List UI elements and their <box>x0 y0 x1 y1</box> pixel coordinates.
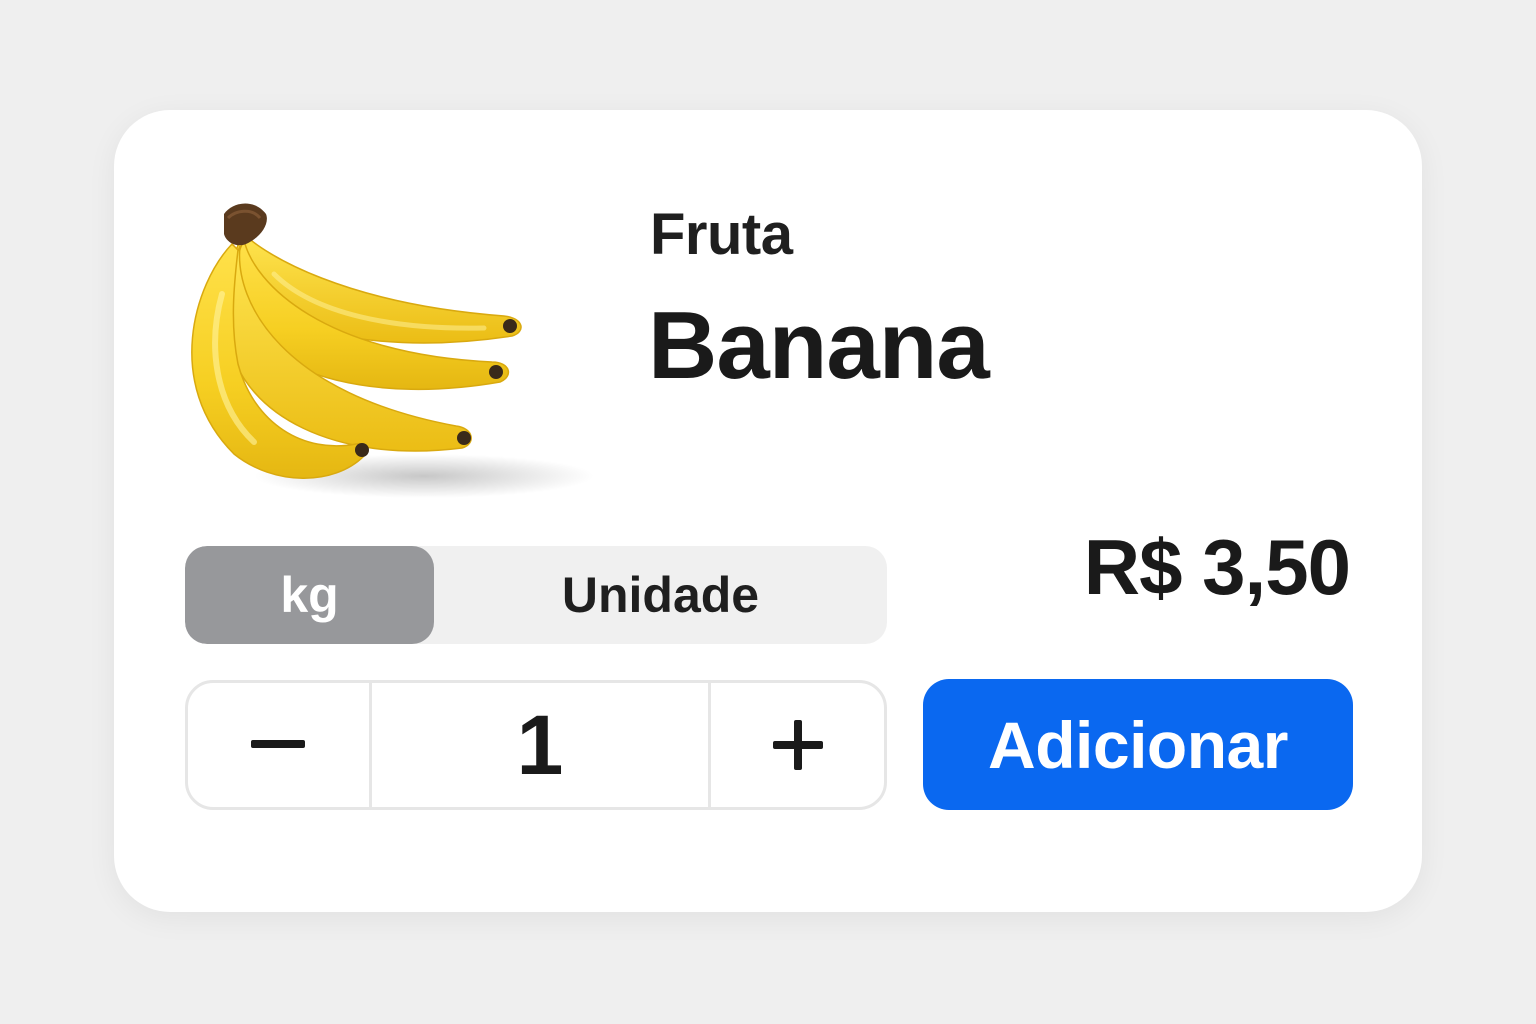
plus-icon <box>772 720 823 770</box>
unit-option-kg[interactable]: kg <box>185 546 434 644</box>
quantity-stepper: 1 <box>185 680 887 810</box>
unit-option-unidade[interactable]: Unidade <box>434 546 887 644</box>
quantity-value[interactable]: 1 <box>372 683 711 807</box>
banana-image <box>174 194 594 514</box>
unit-toggle: kg Unidade <box>185 546 887 644</box>
product-name: Banana <box>648 292 990 399</box>
minus-icon <box>250 740 305 748</box>
product-price: R$ 3,50 <box>1083 523 1351 611</box>
product-category: Fruta <box>650 202 793 267</box>
banana-bunch-icon <box>191 203 594 498</box>
add-to-cart-button[interactable]: Adicionar <box>923 679 1353 810</box>
increment-button[interactable] <box>711 683 884 807</box>
product-card: Fruta Banana R$ 3,50 kg Unidade 1 Adicio… <box>114 110 1422 912</box>
decrement-button[interactable] <box>188 683 372 807</box>
